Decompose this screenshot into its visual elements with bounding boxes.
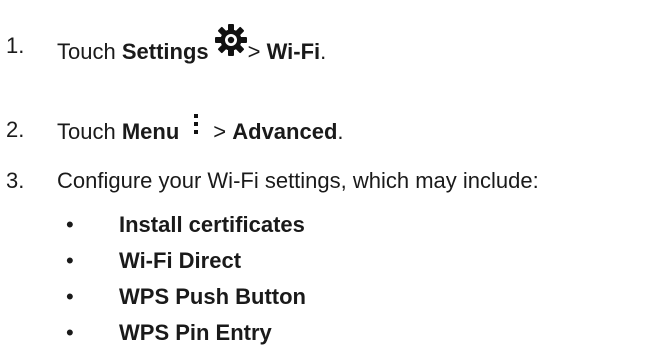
option-label: Install certificates <box>119 212 305 237</box>
advanced-label: Advanced <box>232 118 338 144</box>
bullet: • <box>66 248 74 273</box>
period: . <box>337 118 344 144</box>
step-number: 2. <box>6 117 25 142</box>
step-text: Touch Settings > Wi-Fi. <box>57 24 327 73</box>
option-label: WPS Push Button <box>119 284 306 309</box>
overflow-menu-icon <box>193 112 199 144</box>
bullet: • <box>66 284 74 309</box>
bullet: • <box>66 320 74 345</box>
option-label: WPS Pin Entry <box>119 320 272 345</box>
settings-label: Settings <box>121 38 209 64</box>
step-number: 3. <box>6 168 25 193</box>
step-text: Configure your Wi-Fi settings, which may… <box>57 168 539 193</box>
period: . <box>320 38 327 64</box>
option-label: Wi-Fi Direct <box>119 248 242 273</box>
bullet: • <box>66 212 74 237</box>
menu-label: Menu <box>121 118 180 144</box>
separator: > <box>247 38 267 64</box>
step-text: Touch Menu > Advanced. <box>57 114 344 149</box>
step-prefix: Touch <box>57 118 122 144</box>
step-prefix: Touch <box>57 38 122 64</box>
wifi-label: Wi-Fi <box>266 38 321 64</box>
step-number: 1. <box>6 33 25 58</box>
gear-icon <box>214 23 248 63</box>
separator: > <box>213 118 233 144</box>
